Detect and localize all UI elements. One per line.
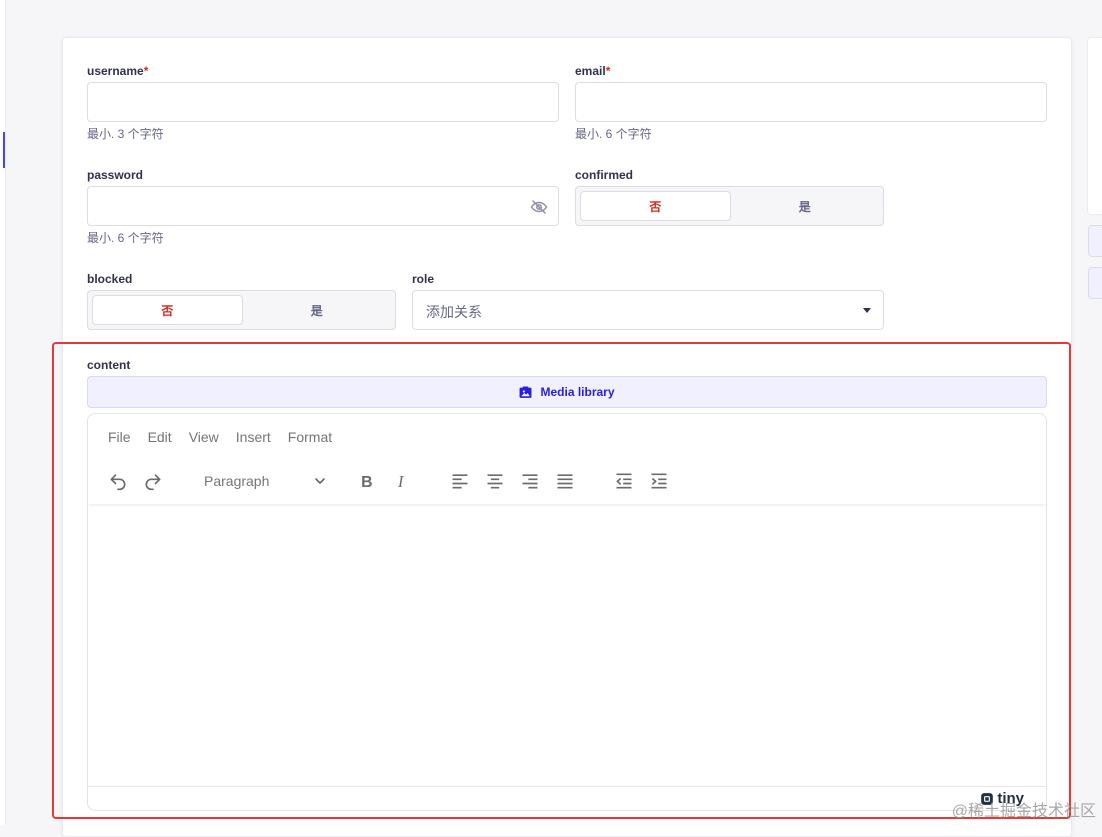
bold-button[interactable]: B [354, 468, 380, 494]
role-label: role [412, 271, 434, 287]
confirmed-label-row: confirmed [575, 166, 633, 184]
watermark: @稀土掘金技术社区 [952, 797, 1096, 821]
align-left-button[interactable] [447, 468, 473, 494]
required-mark: * [606, 64, 611, 78]
align-center-icon [485, 471, 505, 491]
role-placeholder: 添加关系 [426, 302, 482, 322]
align-right-icon [520, 471, 540, 491]
rich-text-editor: File Edit View Insert Format Paragraph B… [87, 413, 1047, 811]
outdent-icon [614, 471, 634, 491]
bold-icon: B [357, 471, 377, 491]
username-hint: 最小. 3 个字符 [87, 127, 164, 141]
blocked-label: blocked [87, 271, 132, 287]
confirmed-option-no[interactable]: 否 [580, 191, 731, 221]
align-justify-icon [555, 471, 575, 491]
align-justify-button[interactable] [552, 468, 578, 494]
email-input[interactable] [575, 82, 1047, 122]
menu-edit[interactable]: Edit [148, 429, 172, 445]
align-center-button[interactable] [482, 468, 508, 494]
caret-down-icon [863, 308, 871, 313]
editor-statusbar: tiny [88, 786, 1046, 810]
left-nav-rail [0, 0, 6, 825]
confirmed-option-yes[interactable]: 是 [731, 191, 880, 221]
email-label: email [575, 63, 606, 79]
undo-button[interactable] [105, 468, 131, 494]
menu-insert[interactable]: Insert [236, 429, 271, 445]
redo-button[interactable] [140, 468, 166, 494]
side-action-button[interactable] [1088, 225, 1102, 257]
confirmed-toggle[interactable]: 否 是 [575, 186, 884, 226]
align-left-icon [450, 471, 470, 491]
align-right-button[interactable] [517, 468, 543, 494]
menu-format[interactable]: Format [288, 429, 332, 445]
editor-content-area[interactable] [88, 504, 1046, 786]
password-label-row: password [87, 166, 143, 184]
role-label-row: role [412, 270, 434, 288]
media-library-label: Media library [540, 385, 614, 399]
italic-icon: I [392, 471, 412, 491]
outdent-button[interactable] [611, 468, 637, 494]
block-format-select[interactable]: Paragraph [202, 468, 328, 494]
username-label: username [87, 63, 144, 79]
password-label: password [87, 167, 143, 183]
password-input[interactable] [87, 186, 559, 226]
password-hint: 最小. 6 个字符 [87, 231, 164, 245]
redo-icon [143, 471, 163, 491]
indent-button[interactable] [646, 468, 672, 494]
image-icon [519, 386, 532, 399]
email-label-row: email* [575, 62, 610, 80]
blocked-option-no[interactable]: 否 [92, 295, 243, 325]
editor-menubar: File Edit View Insert Format [108, 429, 332, 445]
menu-view[interactable]: View [189, 429, 219, 445]
blocked-option-yes[interactable]: 是 [243, 295, 392, 325]
chevron-down-icon [312, 473, 328, 489]
content-label-row: content [87, 356, 130, 374]
required-mark: * [144, 64, 149, 78]
undo-icon [108, 471, 128, 491]
hide-password-icon[interactable] [530, 198, 548, 216]
content-label: content [87, 357, 130, 373]
media-library-button[interactable]: Media library [87, 376, 1047, 408]
block-format-value: Paragraph [204, 473, 269, 489]
role-select[interactable]: 添加关系 [412, 290, 884, 330]
side-info-panel [1087, 37, 1102, 215]
blocked-label-row: blocked [87, 270, 132, 288]
indent-icon [649, 471, 669, 491]
blocked-toggle[interactable]: 否 是 [87, 290, 396, 330]
svg-text:I: I [397, 472, 405, 491]
email-hint: 最小. 6 个字符 [575, 127, 652, 141]
nav-active-indicator [3, 132, 5, 168]
italic-button[interactable]: I [389, 468, 415, 494]
menu-file[interactable]: File [108, 429, 131, 445]
editor-toolbar: Paragraph B I [88, 462, 1046, 504]
username-input[interactable] [87, 82, 559, 122]
username-label-row: username* [87, 62, 148, 80]
confirmed-label: confirmed [575, 167, 633, 183]
side-action-button[interactable] [1088, 267, 1102, 299]
svg-text:B: B [361, 474, 372, 491]
